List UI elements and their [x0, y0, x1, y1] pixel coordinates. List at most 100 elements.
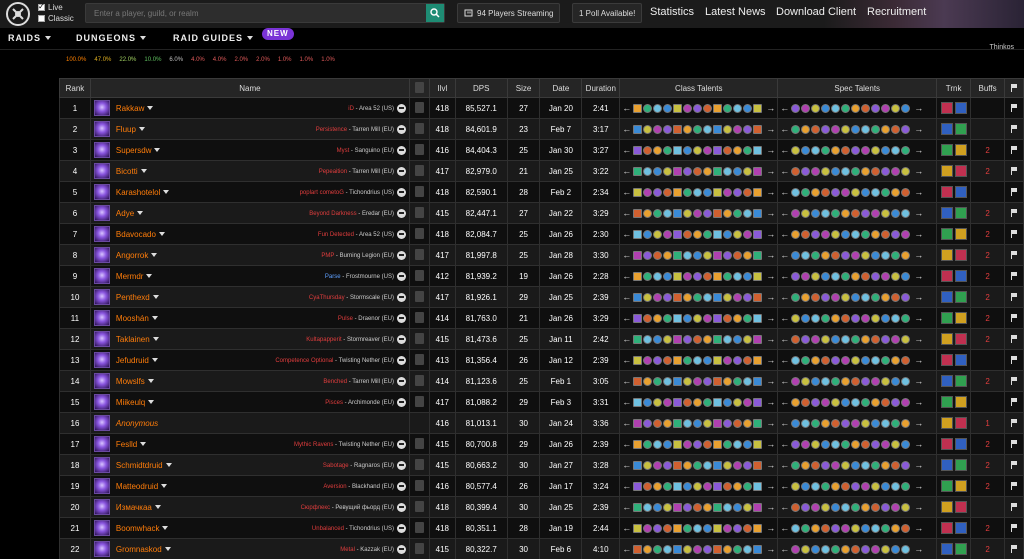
trinket-icon[interactable] [940, 207, 953, 219]
talent-icon[interactable] [643, 166, 653, 176]
player-name[interactable]: Mermdr [116, 272, 144, 281]
talent-icon[interactable] [791, 439, 801, 449]
talent-icon[interactable] [801, 439, 811, 449]
guild-name[interactable]: Myst [337, 148, 350, 154]
talent-icon[interactable] [841, 502, 851, 512]
talent-icon[interactable] [693, 481, 703, 491]
talent-icon[interactable] [801, 208, 811, 218]
talent-icon[interactable] [713, 397, 723, 407]
talent-icon[interactable] [821, 439, 831, 449]
talent-icon[interactable] [871, 439, 881, 449]
video-icon[interactable] [414, 311, 424, 323]
video-icon[interactable] [414, 227, 424, 239]
talent-icon[interactable] [753, 544, 763, 554]
armory-icon[interactable] [396, 208, 406, 218]
flag-icon[interactable] [1010, 545, 1018, 554]
talent-icon[interactable] [683, 523, 693, 533]
talent-icon[interactable] [791, 229, 801, 239]
talent-icon[interactable] [851, 208, 861, 218]
talent-icon[interactable] [713, 481, 723, 491]
talent-icon[interactable] [713, 229, 723, 239]
trinket-icon[interactable] [940, 396, 953, 408]
talent-icon[interactable] [851, 439, 861, 449]
trinket-icon[interactable] [940, 102, 953, 114]
talent-icon[interactable] [643, 355, 653, 365]
table-row[interactable]: 20 Измачкаа Сюрфлекс - Ревущий фьорд (EU… [59, 496, 1024, 518]
talent-icon[interactable] [713, 418, 723, 428]
talent-icon[interactable] [791, 124, 801, 134]
talent-icon[interactable] [801, 355, 811, 365]
talent-icon[interactable] [891, 397, 901, 407]
talent-icon[interactable] [811, 145, 821, 155]
table-row[interactable]: 19 Matteodruid Aversion - Blackhand (EU)… [59, 475, 1024, 497]
talent-icon[interactable] [703, 145, 713, 155]
talent-icon[interactable] [693, 229, 703, 239]
talent-icon[interactable] [743, 544, 753, 554]
talent-icon[interactable] [743, 313, 753, 323]
talent-icon[interactable] [821, 124, 831, 134]
talent-icon[interactable] [743, 481, 753, 491]
talent-icon[interactable] [743, 397, 753, 407]
talent-icon[interactable] [643, 439, 653, 449]
video-icon[interactable] [414, 521, 424, 533]
talent-icon[interactable] [851, 313, 861, 323]
talent-icon[interactable] [881, 166, 891, 176]
site-logo-icon[interactable] [6, 2, 30, 26]
armory-icon[interactable] [396, 124, 406, 134]
realm-name[interactable]: Area 52 (US) [359, 106, 394, 112]
trinket-icon[interactable] [954, 417, 967, 429]
talent-icon[interactable] [633, 502, 643, 512]
talent-icon[interactable] [901, 355, 911, 365]
talent-icon[interactable] [861, 187, 871, 197]
talent-icon[interactable] [703, 103, 713, 113]
talent-icon[interactable] [703, 523, 713, 533]
talent-icon[interactable] [753, 355, 763, 365]
talent-icon[interactable] [723, 334, 733, 344]
video-icon[interactable] [414, 248, 424, 260]
trinket-icon[interactable] [954, 312, 967, 324]
talent-icon[interactable] [841, 145, 851, 155]
talent-icon[interactable] [871, 271, 881, 281]
nav-latest-news[interactable]: Latest News [705, 6, 766, 18]
talent-icon[interactable] [753, 124, 763, 134]
talent-icon[interactable] [861, 523, 871, 533]
talent-icon[interactable] [831, 166, 841, 176]
talent-icon[interactable] [703, 376, 713, 386]
talent-icon[interactable] [881, 481, 891, 491]
talent-icon[interactable] [851, 250, 861, 260]
talent-icon[interactable] [811, 313, 821, 323]
talent-icon[interactable] [881, 187, 891, 197]
talent-icon[interactable] [901, 376, 911, 386]
talent-icon[interactable] [801, 460, 811, 470]
talent-icon[interactable] [633, 124, 643, 134]
talent-icon[interactable] [901, 523, 911, 533]
talent-icon[interactable] [881, 355, 891, 365]
armory-icon[interactable] [396, 271, 406, 281]
talent-icon[interactable] [753, 418, 763, 428]
talent-icon[interactable] [753, 481, 763, 491]
talent-icon[interactable] [743, 376, 753, 386]
talent-icon[interactable] [633, 481, 643, 491]
talent-icon[interactable] [713, 376, 723, 386]
talent-icon[interactable] [821, 334, 831, 344]
talent-icon[interactable] [683, 292, 693, 302]
talent-icon[interactable] [891, 376, 901, 386]
talent-icon[interactable] [851, 145, 861, 155]
trinket-icon[interactable] [954, 270, 967, 282]
talent-icon[interactable] [881, 523, 891, 533]
player-name[interactable]: Mowslfs [116, 377, 145, 386]
nav-raid-guides[interactable]: RAID GUIDES [173, 33, 254, 43]
talent-icon[interactable] [693, 250, 703, 260]
talent-icon[interactable] [831, 145, 841, 155]
talent-icon[interactable] [841, 523, 851, 533]
talent-icon[interactable] [653, 166, 663, 176]
chevron-down-icon[interactable] [146, 274, 153, 278]
trinket-icon[interactable] [940, 522, 953, 534]
talent-icon[interactable] [723, 481, 733, 491]
table-row[interactable]: 1 Rakkaw iD - Area 52 (US) 418 85,527.1 … [59, 97, 1024, 119]
talent-icon[interactable] [791, 523, 801, 533]
talent-icon[interactable] [891, 229, 901, 239]
talent-icon[interactable] [831, 418, 841, 428]
talent-icon[interactable] [733, 460, 743, 470]
nav-recruitment[interactable]: Recruitment [867, 6, 926, 18]
